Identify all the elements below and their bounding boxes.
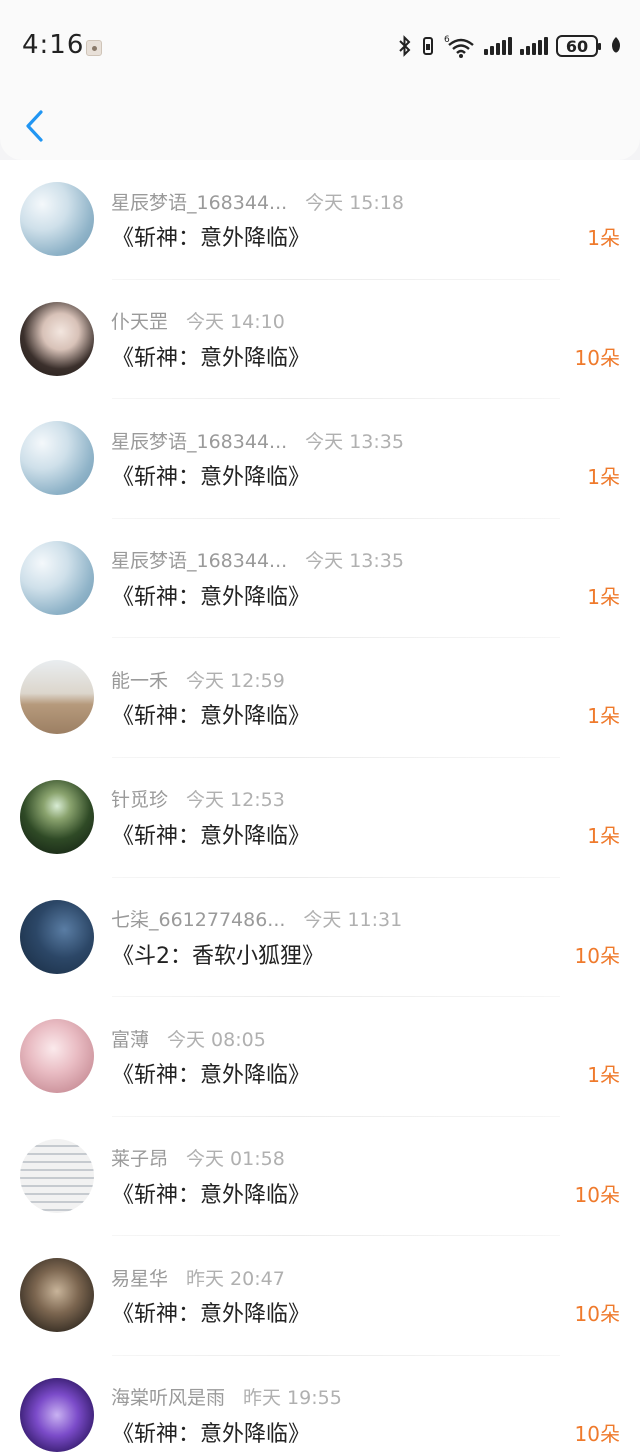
item-meta: 星辰梦语_168344... 今天 13:35: [111, 427, 404, 453]
battery-icon: 60: [556, 35, 601, 57]
book-title[interactable]: 《斩神：意外降临》: [112, 459, 310, 491]
gift-amount: 1朵: [587, 704, 620, 729]
timestamp: 今天 11:31: [303, 909, 403, 932]
user-name[interactable]: 星辰梦语_168344...: [111, 427, 287, 454]
book-title[interactable]: 《斩神：意外降临》: [112, 579, 310, 611]
book-title[interactable]: 《斩神：意外降临》: [112, 698, 310, 730]
timestamp: 昨天 19:55: [243, 1387, 342, 1410]
list-item[interactable]: 星辰梦语_168344... 今天 15:18 《斩神：意外降临》 1朵: [0, 160, 640, 280]
book-title[interactable]: 《斩神：意外降临》: [112, 1296, 310, 1328]
list-item[interactable]: 易星华 昨天 20:47 《斩神：意外降临》 10朵: [0, 1236, 640, 1356]
gift-amount: 10朵: [574, 943, 620, 968]
wifi-6-icon: 6: [444, 35, 474, 58]
user-name[interactable]: 富薄: [111, 1025, 149, 1052]
timestamp: 今天 01:58: [186, 1148, 285, 1171]
book-title[interactable]: 《斩神：意外降临》: [112, 340, 310, 372]
signal-icon: [484, 37, 512, 55]
book-title[interactable]: 《斗2：香软小狐狸》: [112, 938, 324, 970]
list-item[interactable]: 能一禾 今天 12:59 《斩神：意外降临》 1朵: [0, 638, 640, 758]
book-title[interactable]: 《斩神：意外降临》: [112, 818, 310, 850]
item-meta: 易星华 昨天 20:47: [111, 1264, 285, 1290]
item-meta: 海棠听风是雨 昨天 19:55: [111, 1384, 342, 1410]
gift-amount: 10朵: [574, 1302, 620, 1327]
back-button[interactable]: [22, 106, 50, 146]
timestamp: 昨天 20:47: [186, 1267, 285, 1290]
gift-amount: 1朵: [587, 465, 620, 490]
item-meta: 七柒_661277486... 今天 11:31: [111, 906, 402, 932]
gift-amount: 10朵: [574, 1182, 620, 1207]
gift-amount: 10朵: [574, 345, 620, 370]
user-name[interactable]: 易星华: [111, 1264, 168, 1291]
item-meta: 富薄 今天 08:05: [111, 1025, 266, 1051]
gift-amount: 1朵: [587, 1063, 620, 1088]
user-name[interactable]: 仆天罡: [111, 307, 168, 334]
avatar[interactable]: [20, 1138, 94, 1213]
timestamp: 今天 12:53: [186, 789, 285, 812]
chevron-left-icon: [26, 110, 43, 142]
book-title[interactable]: 《斩神：意外降临》: [112, 1057, 310, 1089]
timestamp: 今天 13:35: [305, 550, 404, 573]
timestamp: 今天 08:05: [167, 1028, 266, 1051]
list-item[interactable]: 海棠听风是雨 昨天 19:55 《斩神：意外降临》 10朵: [0, 1356, 640, 1452]
gift-amount: 1朵: [587, 584, 620, 609]
avatar[interactable]: [20, 301, 94, 376]
item-meta: 莱子昂 今天 01:58: [111, 1145, 285, 1171]
list-item[interactable]: 莱子昂 今天 01:58 《斩神：意外降临》 10朵: [0, 1117, 640, 1237]
gift-amount: 1朵: [587, 226, 620, 250]
user-name[interactable]: 星辰梦语_168344...: [111, 188, 287, 215]
user-name[interactable]: 七柒_661277486...: [111, 905, 285, 932]
item-meta: 仆天罡 今天 14:10: [111, 308, 285, 334]
list-item[interactable]: 仆天罡 今天 14:10 《斩神：意外降临》 10朵: [0, 280, 640, 400]
avatar[interactable]: [20, 779, 94, 854]
status-icons: 6 60: [398, 30, 622, 62]
leaf-icon: [612, 37, 620, 53]
item-meta: 星辰梦语_168344... 今天 13:35: [111, 547, 404, 573]
avatar[interactable]: [20, 1019, 94, 1094]
item-meta: 能一禾 今天 12:59: [111, 666, 285, 692]
avatar[interactable]: [20, 182, 94, 256]
vibrate-icon: [423, 37, 433, 55]
list-item[interactable]: 星辰梦语_168344... 今天 13:35 《斩神：意外降临》 1朵: [0, 519, 640, 639]
user-name[interactable]: 能一禾: [111, 666, 168, 693]
timestamp: 今天 13:35: [305, 430, 404, 453]
item-meta: 星辰梦语_168344... 今天 15:18: [111, 188, 404, 214]
header: 4:16 6 60: [0, 0, 640, 160]
user-name[interactable]: 莱子昂: [111, 1144, 168, 1171]
list-item[interactable]: 针觅珍 今天 12:53 《斩神：意外降临》 1朵: [0, 758, 640, 878]
timestamp: 今天 14:10: [186, 311, 285, 334]
gift-amount: 1朵: [587, 823, 620, 848]
avatar[interactable]: [20, 660, 94, 735]
user-name[interactable]: 星辰梦语_168344...: [111, 546, 287, 573]
bluetooth-icon: [399, 35, 411, 57]
signal-icon: [520, 37, 548, 55]
user-name[interactable]: 海棠听风是雨: [111, 1383, 225, 1410]
avatar[interactable]: [20, 1258, 94, 1333]
user-name[interactable]: 针觅珍: [111, 785, 168, 812]
item-meta: 针觅珍 今天 12:53: [111, 786, 285, 812]
avatar[interactable]: [20, 421, 94, 496]
list-item[interactable]: 七柒_661277486... 今天 11:31 《斗2：香软小狐狸》 10朵: [0, 878, 640, 998]
timestamp: 今天 15:18: [305, 191, 404, 214]
book-title[interactable]: 《斩神：意外降临》: [112, 1416, 310, 1448]
battery-level: 60: [565, 36, 589, 56]
avatar[interactable]: [20, 1377, 94, 1452]
gift-record-list: 星辰梦语_168344... 今天 15:18 《斩神：意外降临》 1朵 仆天罡…: [0, 160, 640, 1452]
timestamp: 今天 12:59: [186, 669, 285, 692]
avatar[interactable]: [20, 540, 94, 615]
book-title[interactable]: 《斩神：意外降临》: [112, 1177, 310, 1209]
avatar[interactable]: [20, 899, 94, 974]
list-item[interactable]: 星辰梦语_168344... 今天 13:35 《斩神：意外降临》 1朵: [0, 399, 640, 519]
gift-amount: 10朵: [574, 1421, 620, 1446]
book-title[interactable]: 《斩神：意外降临》: [112, 220, 310, 252]
list-item[interactable]: 富薄 今天 08:05 《斩神：意外降临》 1朵: [0, 997, 640, 1117]
status-time: 4:16: [22, 30, 85, 60]
notification-icon: [86, 40, 102, 56]
